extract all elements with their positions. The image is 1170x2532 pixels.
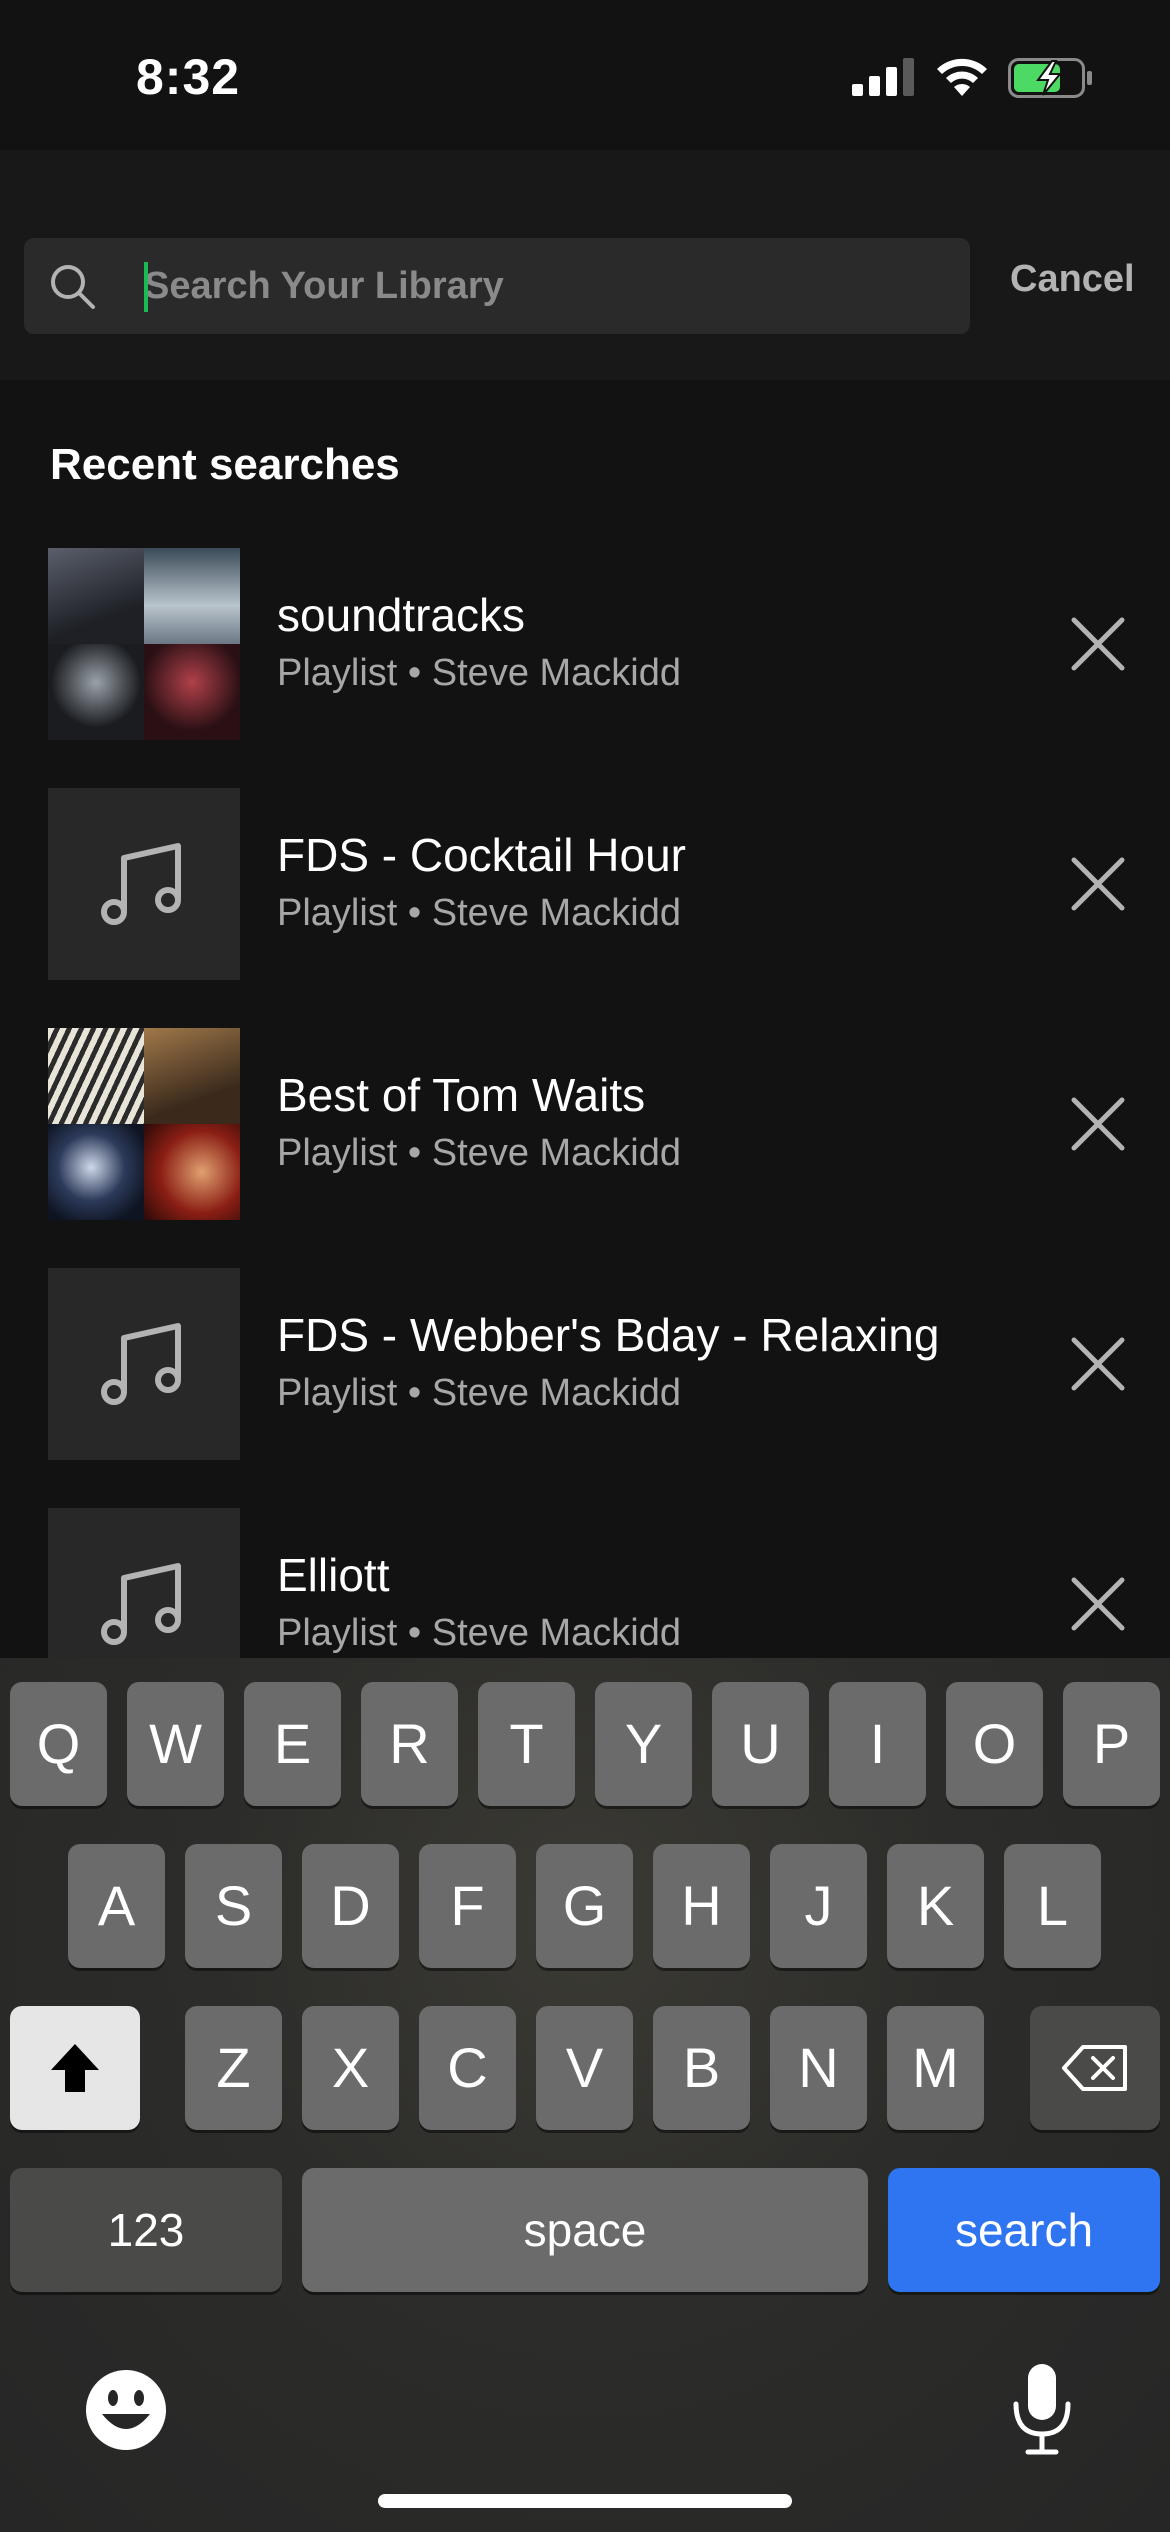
backspace-icon [1062, 2045, 1127, 2091]
list-item[interactable]: FDS - Cocktail Hour Playlist • Steve Mac… [0, 780, 1170, 980]
item-subtitle: Playlist • Steve Mackidd [277, 1612, 682, 1654]
key-o[interactable]: O [946, 1682, 1043, 1806]
playlist-artwork [48, 1028, 240, 1220]
playlist-artwork [48, 1268, 240, 1460]
emoji-icon[interactable] [84, 2368, 168, 2452]
key-u[interactable]: U [712, 1682, 809, 1806]
key-h[interactable]: H [653, 1844, 750, 1968]
section-title-recent-searches: Recent searches [50, 440, 400, 489]
key-r[interactable]: R [361, 1682, 458, 1806]
microphone-icon[interactable] [1010, 2362, 1074, 2456]
list-item[interactable]: FDS - Webber's Bday - Relaxing Playlist … [0, 1260, 1170, 1460]
key-n[interactable]: N [770, 2006, 867, 2130]
search-icon [51, 265, 95, 309]
key-e[interactable]: E [244, 1682, 341, 1806]
key-x[interactable]: X [302, 2006, 399, 2130]
item-title: FDS - Cocktail Hour [277, 829, 686, 881]
key-w[interactable]: W [127, 1682, 224, 1806]
shift-arrow-icon [51, 2044, 99, 2092]
item-title: FDS - Webber's Bday - Relaxing [277, 1309, 940, 1361]
key-k[interactable]: K [887, 1844, 984, 1968]
search-box[interactable] [24, 238, 970, 334]
list-item[interactable]: Elliott Playlist • Steve Mackidd [0, 1500, 1170, 1658]
numbers-key[interactable]: 123 [10, 2168, 282, 2292]
key-g[interactable]: G [536, 1844, 633, 1968]
item-subtitle: Playlist • Steve Mackidd [277, 1132, 682, 1174]
status-bar: 8:32 [0, 0, 1170, 150]
key-t[interactable]: T [478, 1682, 575, 1806]
key-m[interactable]: M [887, 2006, 984, 2130]
battery-charging-icon [1008, 58, 1092, 98]
space-key[interactable]: space [302, 2168, 868, 2292]
cancel-button[interactable]: Cancel [1010, 258, 1135, 301]
key-s[interactable]: S [185, 1844, 282, 1968]
playlist-artwork [48, 548, 240, 740]
key-c[interactable]: C [419, 2006, 516, 2130]
playlist-artwork [48, 788, 240, 980]
close-icon[interactable] [1066, 612, 1130, 676]
music-note-icon [101, 1563, 181, 1645]
item-title: Best of Tom Waits [277, 1069, 646, 1121]
search-key[interactable]: search [888, 2168, 1160, 2292]
key-b[interactable]: B [653, 2006, 750, 2130]
music-note-icon [101, 1323, 181, 1405]
key-d[interactable]: D [302, 1844, 399, 1968]
playlist-artwork [48, 1508, 240, 1658]
close-icon[interactable] [1066, 1572, 1130, 1636]
list-item[interactable]: soundtracks Playlist • Steve Mackidd [0, 540, 1170, 740]
key-f[interactable]: F [419, 1844, 516, 1968]
home-indicator [378, 2494, 792, 2508]
key-i[interactable]: I [829, 1682, 926, 1806]
item-title: Elliott [277, 1549, 390, 1601]
key-a[interactable]: A [68, 1844, 165, 1968]
item-subtitle: Playlist • Steve Mackidd [277, 1372, 682, 1414]
search-header: Cancel [0, 150, 1170, 380]
key-y[interactable]: Y [595, 1682, 692, 1806]
list-item[interactable]: Best of Tom Waits Playlist • Steve Macki… [0, 1020, 1170, 1220]
item-subtitle: Playlist • Steve Mackidd [277, 892, 682, 934]
text-cursor [144, 262, 148, 312]
key-j[interactable]: J [770, 1844, 867, 1968]
cellular-signal-icon [852, 58, 914, 96]
status-time: 8:32 [136, 49, 241, 105]
item-subtitle: Playlist • Steve Mackidd [277, 652, 682, 694]
close-icon[interactable] [1066, 1092, 1130, 1156]
key-p[interactable]: P [1063, 1682, 1160, 1806]
close-icon[interactable] [1066, 852, 1130, 916]
delete-key[interactable] [1030, 2006, 1160, 2130]
key-z[interactable]: Z [185, 2006, 282, 2130]
key-l[interactable]: L [1004, 1844, 1101, 1968]
key-q[interactable]: Q [10, 1682, 107, 1806]
item-title: soundtracks [277, 589, 526, 641]
shift-key[interactable] [10, 2006, 140, 2130]
wifi-icon [937, 58, 987, 96]
search-input[interactable] [144, 238, 944, 334]
recent-searches-list: soundtracks Playlist • Steve Mackidd FDS… [0, 540, 1170, 1658]
close-icon[interactable] [1066, 1332, 1130, 1396]
key-v[interactable]: V [536, 2006, 633, 2130]
music-note-icon [101, 843, 181, 925]
